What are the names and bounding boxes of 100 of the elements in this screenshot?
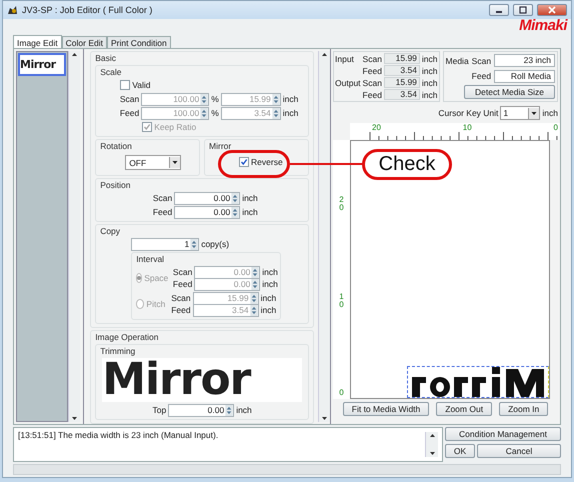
scroll-up-icon[interactable] xyxy=(320,51,329,58)
unit-label: inch xyxy=(422,54,438,64)
group-title: Interval xyxy=(136,254,166,264)
checkbox-label: Reverse xyxy=(251,157,283,168)
tab[interactable]: Print Condition xyxy=(106,36,171,48)
minimize-button[interactable] xyxy=(489,4,509,16)
row-label: Input xyxy=(335,54,355,64)
media-field[interactable]: Roll Media xyxy=(494,70,556,83)
field-label: Scan xyxy=(172,267,192,278)
field-label: Scan xyxy=(362,54,382,64)
group-title: Scale xyxy=(100,67,122,78)
unit-label: inch xyxy=(422,66,438,76)
unit-label: inch xyxy=(262,267,278,278)
group-title: Rotation xyxy=(100,141,133,152)
tab[interactable]: Image Edit xyxy=(13,35,62,48)
zoom-button[interactable]: Zoom Out xyxy=(436,402,492,416)
field-label: Cursor Key Unit xyxy=(438,108,498,118)
unit-label: inch xyxy=(242,207,258,218)
close-icon xyxy=(548,6,556,14)
unit-label: inch xyxy=(242,193,258,204)
group-title: Copy xyxy=(100,226,122,236)
field-label: Feed xyxy=(172,279,192,290)
field-label: Feed xyxy=(472,71,492,82)
media-field[interactable]: 23 inch xyxy=(494,54,556,68)
maximize-button[interactable] xyxy=(513,4,533,16)
spinner-icon[interactable] xyxy=(225,404,234,416)
ruler-label: 0 xyxy=(338,389,345,398)
group-title: Image Operation xyxy=(95,332,160,342)
field-label: Top xyxy=(151,405,166,416)
group-title: Basic xyxy=(95,53,117,64)
field-label: Scan xyxy=(152,193,172,204)
field-label: Scan xyxy=(472,56,492,66)
field-label: Feed xyxy=(362,66,382,76)
group-title: Trimming xyxy=(100,346,136,356)
checkbox-label: Keep Ratio xyxy=(154,122,196,132)
number-field[interactable]: 0.00 xyxy=(174,192,240,205)
field-label: Scan xyxy=(170,293,191,304)
ruler-label: 20 xyxy=(372,123,381,132)
zoom-button[interactable]: Zoom In xyxy=(499,402,548,416)
radio-label: Pitch xyxy=(146,299,166,310)
field-label: Scan xyxy=(362,78,382,88)
number-field[interactable]: 0.00 xyxy=(174,206,240,219)
number-field[interactable]: 0.00 xyxy=(168,404,234,417)
number-field[interactable]: 1 xyxy=(131,238,200,251)
checkbox[interactable] xyxy=(239,157,250,168)
highlight-ring xyxy=(218,150,290,178)
value-cell: 15.99 xyxy=(384,53,420,64)
ruler-label: 20 xyxy=(338,196,345,212)
spinner-icon[interactable] xyxy=(190,238,198,250)
job-thumbnail[interactable]: Mirror xyxy=(18,53,66,76)
rotation-dropdown[interactable]: OFF xyxy=(125,155,182,170)
field-label: Feed xyxy=(170,305,191,316)
unit-label: inch xyxy=(282,108,298,118)
scroll-down-icon[interactable] xyxy=(320,415,329,422)
ok-button[interactable]: OK xyxy=(445,444,475,458)
unit-label: inch xyxy=(422,78,438,88)
unit-label: inch xyxy=(260,305,276,316)
value-cell: 3.54 xyxy=(384,65,420,76)
spinner-icon[interactable] xyxy=(231,192,240,204)
trimming-preview: Mirror xyxy=(102,358,302,402)
value-cell: 3.54 xyxy=(384,89,420,100)
ruler-label: 10 xyxy=(462,123,472,132)
window-title: JV3-SP : Job Editor ( Full Color ) xyxy=(22,5,154,16)
logo: Mimaki xyxy=(519,19,567,34)
unit-label: inch xyxy=(422,90,438,100)
spinner-icon[interactable] xyxy=(231,206,240,218)
group-title: Position xyxy=(100,180,132,190)
close-button[interactable] xyxy=(537,4,567,16)
unit-label: inch xyxy=(236,405,252,416)
field-label: Scan xyxy=(118,94,140,104)
callout-label: Check xyxy=(362,149,452,180)
value-cell: 15.99 xyxy=(384,77,420,88)
field-label: Feed xyxy=(118,108,140,118)
ruler-label: 10 xyxy=(338,292,345,309)
log-line: [13:51:51] The media width is 23 inch (Manual Input). xyxy=(18,430,220,440)
condition-management-button[interactable]: Condition Management xyxy=(445,427,561,442)
cursor-key-dropdown[interactable]: 1 xyxy=(500,106,540,120)
tab[interactable]: Color Edit xyxy=(62,36,107,48)
maximize-icon xyxy=(519,6,527,14)
scroll-down-icon[interactable] xyxy=(428,450,436,457)
scroll-up-icon[interactable] xyxy=(70,51,80,58)
unit-label: inch xyxy=(282,94,298,104)
checkbox-label: Valid xyxy=(132,80,150,90)
scroll-up-icon[interactable] xyxy=(428,432,436,440)
detect-media-size-button[interactable]: Detect Media Size xyxy=(464,85,556,100)
unit-label: copy(s) xyxy=(201,239,230,250)
row-label: Media xyxy=(446,56,469,66)
zoom-button[interactable]: Fit to Media Width xyxy=(342,402,430,416)
ruler-label: 0 xyxy=(554,123,558,132)
scroll-down-icon[interactable] xyxy=(70,415,80,422)
cancel-button[interactable]: Cancel xyxy=(477,444,561,458)
app-icon xyxy=(7,4,18,16)
unit-label: % xyxy=(211,94,219,104)
unit-label: inch xyxy=(262,279,278,290)
radio-label: Space xyxy=(144,273,168,284)
unit-label: inch xyxy=(542,108,558,118)
unit-label: % xyxy=(211,108,219,118)
field-label: Feed xyxy=(152,207,172,218)
field-label: Feed xyxy=(362,90,382,100)
unit-label: inch xyxy=(260,293,276,304)
